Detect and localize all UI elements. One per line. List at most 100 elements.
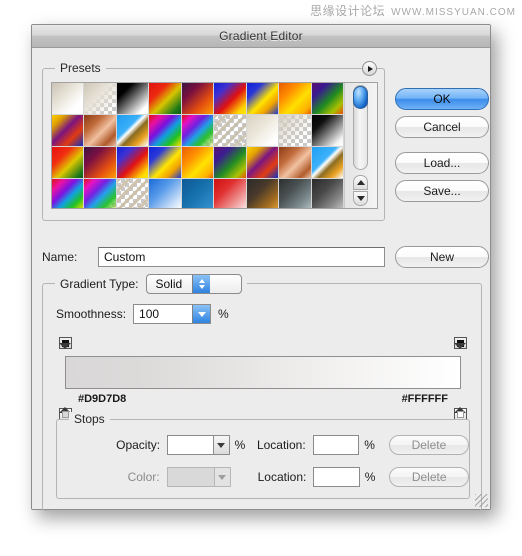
stops-group-label: Stops xyxy=(69,412,110,426)
dialog-title: Gradient Editor xyxy=(219,29,303,43)
preset-swatch-red-green[interactable] xyxy=(149,83,182,115)
color-dropdown-icon[interactable] xyxy=(214,467,231,487)
preset-swatch-steel-blue[interactable] xyxy=(181,179,215,208)
gradient-editor-dialog: Gradient Editor Presets OK Cancel Load..… xyxy=(31,24,491,511)
presets-well xyxy=(51,82,378,209)
preset-swatch-transparent-rainbow-2[interactable] xyxy=(84,179,117,208)
opacity-stop-left[interactable] xyxy=(59,337,72,366)
preset-swatch-fill xyxy=(116,83,149,114)
watermark-chinese-text: 思缘设计论坛 xyxy=(310,4,386,18)
scroll-down-arrow-icon[interactable] xyxy=(353,191,369,206)
preset-swatch-fill xyxy=(311,179,344,208)
preset-swatch-foreground-to-background[interactable] xyxy=(52,83,85,115)
smoothness-value: 100 xyxy=(139,307,160,321)
preset-swatch-red-green-2[interactable] xyxy=(52,147,85,179)
opacity-location-input[interactable] xyxy=(312,435,360,455)
preset-swatch-blue-red-yellow[interactable] xyxy=(214,83,247,115)
name-row: Name: Custom xyxy=(42,245,385,269)
name-input[interactable]: Custom xyxy=(98,247,385,267)
opacity-dropdown-icon[interactable] xyxy=(213,435,230,455)
new-button[interactable]: New xyxy=(395,246,489,268)
preset-swatch-grey-fade[interactable] xyxy=(311,179,345,208)
preset-swatch-slate-fade[interactable] xyxy=(279,179,312,208)
dialog-titlebar[interactable]: Gradient Editor xyxy=(32,25,490,48)
preset-swatch-fill xyxy=(311,83,344,114)
preset-swatch-blue-red-yellow-2[interactable] xyxy=(116,147,150,179)
preset-swatch-fill xyxy=(84,83,116,114)
preset-swatch-black-to-white-2[interactable] xyxy=(311,115,345,147)
preset-swatch-foreground-to-background-light[interactable] xyxy=(246,115,280,147)
presets-group-label: Presets xyxy=(55,61,106,75)
preset-swatch-blue-yellow-blue[interactable] xyxy=(246,83,280,115)
preset-swatch-dark-orange-fade[interactable] xyxy=(246,179,280,208)
preset-swatch-violet-orange[interactable] xyxy=(181,83,215,115)
preset-swatch-fill xyxy=(52,83,84,114)
smoothness-unit: % xyxy=(218,307,229,321)
preset-swatch-orange-yellow-orange-2[interactable] xyxy=(181,147,215,179)
scroll-up-arrow-icon[interactable] xyxy=(353,175,369,190)
gradient-start-hex-label: #D9D7D8 xyxy=(78,393,127,405)
save-button[interactable]: Save... xyxy=(395,180,489,202)
chevron-updown-icon[interactable] xyxy=(192,275,211,293)
ok-button[interactable]: OK xyxy=(395,88,489,110)
color-location-input[interactable] xyxy=(313,467,360,487)
opacity-location-label: Location: xyxy=(256,438,306,452)
gradient-bar[interactable] xyxy=(65,356,461,389)
preset-swatch-fill xyxy=(311,115,344,146)
load-button[interactable]: Load... xyxy=(395,152,489,174)
preset-swatch-spectrum[interactable] xyxy=(149,115,182,147)
opacity-stop-right[interactable] xyxy=(454,337,467,366)
opacity-input[interactable] xyxy=(167,435,214,455)
gradient-preview-area: #D9D7D8 #FFFFFF xyxy=(56,336,470,420)
opacity-location-unit: % xyxy=(364,438,375,452)
color-delete-button[interactable]: Delete xyxy=(389,467,469,487)
preset-swatch-fill xyxy=(246,179,279,208)
preset-swatch-violet-orange-2[interactable] xyxy=(84,147,117,179)
preset-swatch-chrome[interactable] xyxy=(116,115,150,147)
cancel-button[interactable]: Cancel xyxy=(395,116,489,138)
preset-swatch-red-fade[interactable] xyxy=(214,179,247,208)
preset-swatch-spectrum-2[interactable] xyxy=(52,179,85,208)
opacity-delete-button[interactable]: Delete xyxy=(388,435,469,455)
preset-swatch-foreground-to-transparent[interactable] xyxy=(84,83,117,115)
preset-swatch-fill xyxy=(246,115,279,146)
preset-swatch-black-white[interactable] xyxy=(116,83,150,115)
preset-swatch-violet-green-orange[interactable] xyxy=(311,83,345,115)
preset-swatch-copper-2[interactable] xyxy=(279,147,312,179)
smoothness-input[interactable]: 100 xyxy=(133,304,212,324)
preset-swatch-fill xyxy=(84,147,116,178)
preset-swatch-fill xyxy=(149,115,181,146)
gradient-type-select[interactable]: Solid xyxy=(145,274,242,294)
preset-swatch-transparent-stripes[interactable] xyxy=(214,115,247,147)
preset-swatch-grid[interactable] xyxy=(52,83,346,208)
preset-swatch-orange-yellow-orange[interactable] xyxy=(279,83,312,115)
preset-swatch-fill xyxy=(52,115,84,146)
preset-swatch-violet-green-orange-2[interactable] xyxy=(214,147,247,179)
preset-swatch-blue-yellow-blue-2[interactable] xyxy=(149,147,182,179)
preset-swatch-fill xyxy=(116,147,149,178)
preset-swatch-yellow-violet-orange-blue-2[interactable] xyxy=(246,147,280,179)
preset-swatch-fill xyxy=(84,115,116,146)
color-location-unit: % xyxy=(364,470,376,484)
preset-swatch-fill xyxy=(52,147,84,178)
presets-scrollbar[interactable] xyxy=(345,83,377,208)
color-stop-right[interactable] xyxy=(454,390,467,420)
preset-swatch-transparent-stripes-2[interactable] xyxy=(116,179,150,208)
preset-swatch-transparent-rainbow[interactable] xyxy=(181,115,215,147)
presets-menu-arrow-icon[interactable] xyxy=(362,61,377,76)
resize-grip[interactable] xyxy=(475,494,488,507)
preset-swatch-blue-white[interactable] xyxy=(149,179,182,208)
presets-scrollbar-thumb[interactable] xyxy=(353,86,369,109)
color-stop-left[interactable] xyxy=(59,390,72,420)
preset-swatch-fill xyxy=(279,83,311,114)
color-swatch-button[interactable] xyxy=(166,467,215,487)
preset-swatch-chrome-2[interactable] xyxy=(311,147,345,179)
preset-swatch-copper[interactable] xyxy=(84,115,117,147)
preset-swatch-yellow-violet-orange-blue[interactable] xyxy=(52,115,85,147)
chevron-down-icon[interactable] xyxy=(192,305,211,323)
gradient-type-group: Gradient Type: Solid Smoothness: 100 % #… xyxy=(42,273,482,511)
smoothness-label: Smoothness: xyxy=(56,307,127,321)
gradient-type-value: Solid xyxy=(155,277,183,291)
preset-swatch-foreground-to-transparent-light[interactable] xyxy=(279,115,312,147)
preset-swatch-fill xyxy=(181,115,214,146)
